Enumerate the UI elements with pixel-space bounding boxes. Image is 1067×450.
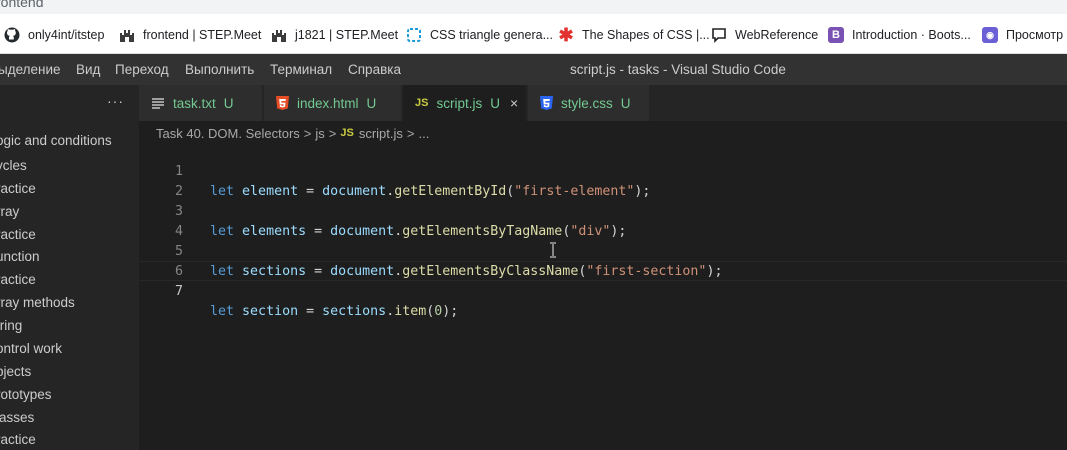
menu-go[interactable]: Переход [115,62,169,77]
html5-icon [276,96,289,110]
breadcrumb-folder[interactable]: Task 40. DOM. Selectors [156,126,300,141]
more-actions-icon[interactable]: ··· [107,93,124,109]
text-cursor-icon [550,242,556,258]
js-icon: JS [340,127,354,139]
line-content: let section = sections.item(0); [210,304,459,319]
tree-item[interactable]: rototypes [0,387,52,402]
asterisk-icon: ✱ [558,24,574,45]
git-status-badge: U [223,95,234,111]
code-line[interactable]: 1 let element = document.getElementById(… [139,142,1067,199]
tree-item[interactable]: rray methods [0,295,75,310]
code-line[interactable]: 2 [139,162,1067,199]
github-icon [4,27,20,43]
tree-item[interactable]: ractice [0,272,36,287]
breadcrumb-file[interactable]: script.js [359,126,403,141]
bookmark-label: frontend | STEP.Meet [143,28,262,42]
line-number: 7 [174,284,183,299]
bookmark-shapes-of-css[interactable]: ✱ The Shapes of CSS |... [558,24,710,45]
bookmark-css-triangle[interactable]: CSS triangle genera... [406,26,553,44]
breadcrumb: Task 40. DOM. Selectors > js > JS script… [156,124,429,142]
bookmark-j1821-step[interactable]: j1821 | STEP.Meet [271,26,398,44]
bookmark-frontend-step[interactable]: frontend | STEP.Meet [119,26,261,44]
tab-style-css[interactable]: style.css U [528,85,650,121]
chevron-right-icon: > [328,125,337,141]
menu-help[interactable]: Справка [348,62,401,77]
menu-run[interactable]: Выполнить [185,62,254,77]
menu-bar: ыделение Вид Переход Выполнить Терминал … [0,54,1067,85]
tree-item[interactable]: ractice [0,432,36,447]
text-file-icon [151,96,165,110]
code-line[interactable]: 3 let elements = document.getElementsByT… [139,182,1067,239]
tree-item[interactable]: lasses [0,410,34,425]
breadcrumb-symbol[interactable]: ... [418,126,429,141]
tab-task-txt[interactable]: task.txt U [139,85,263,121]
castle-icon [119,27,135,43]
tree-item[interactable]: ractice [0,227,36,242]
bookmark-label: CSS triangle genera... [430,28,553,42]
code-line[interactable]: 6 [139,242,1067,279]
window-title: script.js - tasks - Visual Studio Code [570,62,786,77]
tree-item[interactable]: ogic and conditions [0,133,112,148]
code-line[interactable]: 5 let sections = document.getElementsByC… [139,222,1067,279]
castle-icon [271,27,287,43]
tree-item[interactable]: bjects [0,364,31,379]
menu-terminal[interactable]: Терминал [270,62,332,77]
git-status-badge: U [366,95,377,111]
tab-label: script.js [436,95,483,111]
menu-view[interactable]: Вид [76,62,100,77]
editor-tab-bar: task.txt U index.html U JS script.js U ×… [139,85,1067,121]
triangle-gen-icon [406,27,422,43]
close-icon[interactable]: × [510,95,518,111]
viewer-icon: ◉ [982,27,998,43]
bookmark-bootstrap[interactable]: B Introduction · Boots... [828,26,971,44]
bookmark-label: Introduction · Boots... [852,28,971,42]
chevron-right-icon: > [406,125,415,141]
tab-index-html[interactable]: index.html U [264,85,402,121]
explorer-sidebar: ··· ogic and conditions ycles ractice rr… [0,85,139,450]
bootstrap-icon: B [828,27,844,43]
code-editor[interactable]: 1 let element = document.getElementById(… [139,142,1067,450]
bookmark-label: WebReference [735,28,819,42]
tab-script-js[interactable]: JS script.js U × [403,85,527,121]
bookmark-itstep[interactable]: only4int/itstep [4,26,104,44]
chat-icon [711,27,727,43]
bookmarks-bar: only4int/itstep frontend | STEP.Meet j18… [0,14,1067,54]
tree-item[interactable]: ontrol work [0,341,62,356]
tree-item[interactable]: ycles [0,158,27,173]
js-icon: JS [415,97,429,109]
breadcrumb-folder[interactable]: js [315,126,324,141]
bookmark-viewer[interactable]: ◉ Просмотр г [982,26,1067,44]
code-line-current[interactable]: 7 let section = sections.item(0); [139,261,1067,319]
tree-item[interactable]: tring [0,318,22,333]
bookmark-label: j1821 | STEP.Meet [295,28,399,42]
bookmark-label: The Shapes of CSS |... [582,28,710,42]
tab-label: task.txt [173,95,216,111]
code-line[interactable]: 4 [139,202,1067,239]
css3-icon [540,96,553,110]
browser-title-strip: rontend [0,0,1067,14]
git-status-badge: U [620,95,631,111]
tab-label: style.css [561,95,613,111]
chevron-right-icon: > [303,125,312,141]
bookmark-label: Просмотр г [1006,28,1067,42]
tab-label: index.html [297,95,359,111]
bookmark-label: only4int/itstep [28,28,105,42]
bookmark-webreference[interactable]: WebReference [711,26,818,44]
tree-item[interactable]: unction [0,249,40,264]
menu-selection[interactable]: ыделение [0,62,61,77]
tree-item[interactable]: rray [0,204,19,219]
git-status-badge: U [490,95,500,111]
tree-item[interactable]: ractice [0,181,36,196]
browser-tab-title: rontend [0,0,44,10]
